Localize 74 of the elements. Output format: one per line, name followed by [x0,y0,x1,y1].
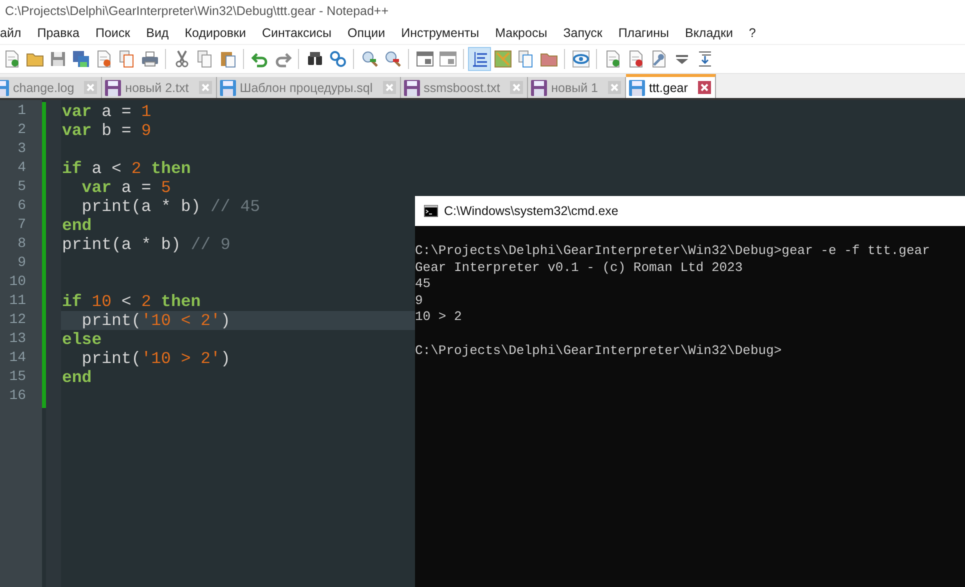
line-number: 10 [8,273,27,292]
console-output-line: 9 [415,292,424,310]
console-output-line: 45 [415,276,432,293]
line-number: 15 [8,368,27,387]
console-prompt: C:\Projects\Delphi\GearInterpreter\Win32\Debug> [415,342,783,360]
close-file-icon [94,50,112,68]
line-number: 9 [16,254,27,273]
paste-icon [218,50,236,68]
line-number: 4 [16,159,27,178]
line-number: 6 [16,197,27,216]
line-number: 1 [16,102,27,121]
console-output-line: C:\Projects\Delphi\GearInterpreter\Win32\Debug>gear -e -f ttt.gear [415,243,931,260]
menu-item[interactable]: Инструменты [393,26,488,40]
line-number: 12 [8,311,27,330]
menu-item[interactable]: ? [740,26,764,40]
save-all-icon [72,50,90,68]
menu-item[interactable]: Опции [340,26,394,40]
line-number: 13 [8,330,27,349]
line-number: 5 [16,178,27,197]
close-all-icon [118,50,136,68]
line-number: 8 [16,235,27,254]
map-icon [494,50,512,68]
code-line: var a = 5 [80,178,171,197]
undo-icon [250,50,268,68]
console-output-line: Gear Interpreter v0.1 - (c) Roman Ltd 2023 [415,260,744,276]
save-icon [48,50,66,68]
code-line: var a = 1 [62,102,152,121]
menu-item[interactable]: Макросы [487,26,556,40]
play-document-icon [604,50,622,68]
console-icon [424,205,438,217]
line-number: 7 [16,216,27,235]
line-number: 3 [16,140,27,159]
document-icon [626,50,644,68]
code-line: print('10 > 2') [80,349,230,368]
code-line: else [62,330,102,349]
redo-icon [274,50,292,68]
copy-icon [196,50,214,68]
code-line: var b = 9 [62,121,152,140]
binoculars-icon [306,50,324,68]
toolbar-button[interactable] [468,47,491,71]
code-line: end [62,368,92,387]
code-line: if a < 2 then [62,159,191,178]
zoom-in-icon [360,50,378,68]
lines-icon [470,50,488,68]
line-number: 16 [8,387,27,406]
menu-item[interactable]: Кодировки [176,26,254,40]
line-number: 2 [16,121,27,140]
zoom-out-icon [384,50,402,68]
new-file-icon [2,50,20,68]
documents-icon [516,50,534,68]
window-icon [416,50,434,68]
menu-item[interactable]: Поиск [87,26,138,40]
print-icon [140,50,158,68]
menu-item[interactable]: айл [0,26,30,40]
code-line: end [62,216,92,235]
code-line: print(a * b) // 9 [62,235,230,254]
line-number: 14 [8,349,27,368]
menu-item[interactable]: Вкладки [676,26,741,40]
console-title: C:\Windows\system32\cmd.exe [444,204,618,218]
menu-item[interactable]: Плагины [610,26,677,40]
window-icon [438,50,456,68]
menu-item[interactable]: Правка [29,26,88,40]
console-output-line: 10 > 2 [415,309,463,326]
code-line: print(a * b) // 45 [80,197,260,216]
code-line: print('10 < 2') [80,311,230,330]
tab[interactable]: ttt.gear [626,74,716,98]
line-number: 11 [8,292,27,311]
window-title: C:\Projects\Delphi\GearInterpreter\Win32\Debug\ttt.gear - Notepad++ [5,4,389,18]
menu-item[interactable]: Синтаксисы [254,26,340,40]
code-line: if 10 < 2 then [62,292,201,311]
eye-icon [572,50,590,68]
menu-item[interactable]: Запуск [555,26,610,40]
close-icon[interactable] [698,81,711,94]
menu-item[interactable]: Вид [138,26,177,40]
